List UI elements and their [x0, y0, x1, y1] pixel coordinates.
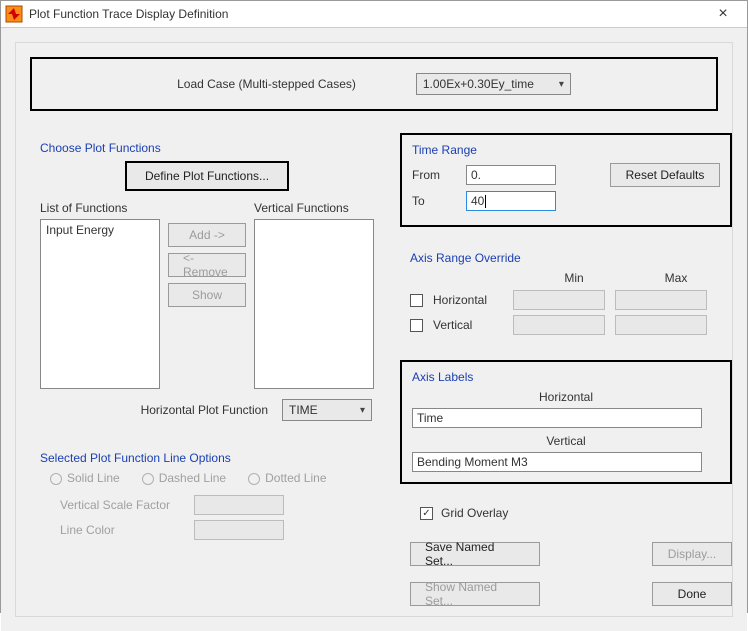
solid-line-radio: Solid Line — [50, 471, 120, 485]
time-range-to-label: To — [412, 194, 454, 208]
load-case-row: Load Case (Multi-stepped Cases) 1.00Ex+0… — [30, 57, 718, 111]
line-color-input — [194, 520, 284, 540]
grid-overlay-label: Grid Overlay — [441, 506, 508, 520]
axis-labels-group: Axis Labels Horizontal Time Vertical Ben… — [400, 360, 732, 484]
choose-plot-functions-title: Choose Plot Functions — [40, 141, 374, 155]
close-icon: × — [718, 5, 727, 23]
dotted-line-radio: Dotted Line — [248, 471, 326, 485]
right-column: Time Range From 0. Reset Defaults To 40 … — [400, 133, 732, 606]
time-range-group: Time Range From 0. Reset Defaults To 40 — [400, 133, 732, 227]
vertical-override-checkbox[interactable] — [410, 319, 423, 332]
load-case-selected: 1.00Ex+0.30Ey_time — [423, 77, 534, 91]
horizontal-plot-function-label: Horizontal Plot Function — [141, 403, 268, 417]
radio-icon — [248, 473, 260, 485]
line-color-row: Line Color — [60, 520, 374, 540]
define-plot-functions-button[interactable]: Define Plot Functions... — [125, 161, 289, 191]
choose-plot-functions-group: Choose Plot Functions Define Plot Functi… — [30, 133, 384, 431]
titlebar: Plot Function Trace Display Definition × — [1, 1, 747, 28]
axis-labels-vertical-header: Vertical — [412, 434, 720, 448]
show-button[interactable]: Show — [168, 283, 246, 307]
vertical-scale-factor-row: Vertical Scale Factor — [60, 495, 374, 515]
axis-range-override-title: Axis Range Override — [410, 251, 722, 265]
close-button[interactable]: × — [703, 1, 743, 27]
axis-override-min-label: Min — [528, 271, 620, 285]
horizontal-plot-function-dropdown[interactable]: TIME ▾ — [282, 399, 372, 421]
window-title: Plot Function Trace Display Definition — [29, 7, 703, 21]
time-range-title: Time Range — [412, 143, 720, 157]
left-column: Choose Plot Functions Define Plot Functi… — [30, 133, 384, 606]
axis-labels-horizontal-header: Horizontal — [412, 390, 720, 404]
function-transfer-buttons: Add -> <- Remove Show — [168, 223, 246, 307]
horizontal-plot-function-row: Horizontal Plot Function TIME ▾ — [40, 399, 374, 421]
inner-panel: Load Case (Multi-stepped Cases) 1.00Ex+0… — [15, 42, 733, 617]
vertical-max-input — [615, 315, 707, 335]
horizontal-max-input — [615, 290, 707, 310]
vertical-functions-listbox[interactable] — [254, 219, 374, 389]
horizontal-plot-function-selected: TIME — [289, 403, 318, 417]
chevron-down-icon: ▾ — [559, 79, 564, 90]
time-range-to-input[interactable]: 40 — [466, 191, 556, 211]
list-item[interactable]: Input Energy — [41, 220, 159, 240]
columns: Choose Plot Functions Define Plot Functi… — [30, 133, 718, 606]
client-area: Load Case (Multi-stepped Cases) 1.00Ex+0… — [1, 28, 747, 631]
axis-labels-title: Axis Labels — [412, 370, 720, 384]
list-of-functions-label: List of Functions — [40, 201, 160, 215]
horizontal-override-checkbox[interactable] — [410, 294, 423, 307]
dialog-window: Plot Function Trace Display Definition ×… — [0, 0, 748, 613]
line-style-radios: Solid Line Dashed Line Dotted Line — [50, 471, 374, 485]
load-case-label: Load Case (Multi-stepped Cases) — [177, 77, 356, 91]
axis-override-max-label: Max — [630, 271, 722, 285]
line-color-label: Line Color — [60, 523, 180, 537]
remove-button[interactable]: <- Remove — [168, 253, 246, 277]
vertical-min-input — [513, 315, 605, 335]
horizontal-override-label: Horizontal — [433, 293, 503, 307]
grid-overlay-checkbox[interactable]: ✓ — [420, 507, 433, 520]
load-case-dropdown[interactable]: 1.00Ex+0.30Ey_time ▾ — [416, 73, 571, 95]
vertical-scale-factor-label: Vertical Scale Factor — [60, 498, 180, 512]
functions-columns: List of Functions Input Energy Add -> <-… — [40, 201, 374, 389]
done-button[interactable]: Done — [652, 582, 732, 606]
time-range-from-input[interactable]: 0. — [466, 165, 556, 185]
grid-overlay-row: ✓ Grid Overlay — [420, 506, 732, 520]
app-icon — [5, 5, 23, 23]
add-button[interactable]: Add -> — [168, 223, 246, 247]
dashed-line-radio: Dashed Line — [142, 471, 226, 485]
list-of-functions-listbox[interactable]: Input Energy — [40, 219, 160, 389]
horizontal-min-input — [513, 290, 605, 310]
time-range-from-label: From — [412, 168, 454, 182]
save-named-set-button[interactable]: Save Named Set... — [410, 542, 540, 566]
horizontal-axis-label-input[interactable]: Time — [412, 408, 702, 428]
line-options-group: Selected Plot Function Line Options Soli… — [30, 443, 384, 555]
line-options-title: Selected Plot Function Line Options — [40, 451, 374, 465]
vertical-functions-label: Vertical Functions — [254, 201, 374, 215]
show-named-set-button[interactable]: Show Named Set... — [410, 582, 540, 606]
vertical-axis-label-input[interactable]: Bending Moment M3 — [412, 452, 702, 472]
reset-defaults-button[interactable]: Reset Defaults — [610, 163, 720, 187]
vertical-override-label: Vertical — [433, 318, 503, 332]
radio-icon — [50, 473, 62, 485]
chevron-down-icon: ▾ — [360, 405, 365, 416]
text-cursor — [485, 195, 486, 208]
display-button[interactable]: Display... — [652, 542, 732, 566]
axis-range-override-group: Axis Range Override Min Max Horizontal — [400, 243, 732, 350]
vertical-scale-factor-input — [194, 495, 284, 515]
radio-icon — [142, 473, 154, 485]
